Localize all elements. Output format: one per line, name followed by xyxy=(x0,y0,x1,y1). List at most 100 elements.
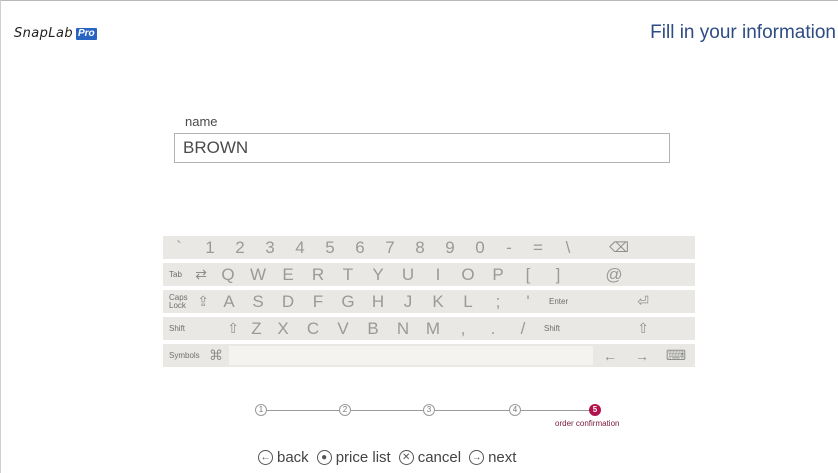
hide-keyboard-key[interactable]: ⌨ xyxy=(657,344,695,367)
shift-icon: ⇧ xyxy=(637,320,649,336)
key-z[interactable]: Z xyxy=(245,317,268,340)
key-c[interactable]: C xyxy=(298,317,328,340)
step-5: 5 xyxy=(589,404,601,416)
key-comma[interactable]: , xyxy=(448,317,478,340)
back-button[interactable]: ← back xyxy=(258,449,309,466)
next-button[interactable]: → next xyxy=(469,449,516,466)
key-b[interactable]: B xyxy=(358,317,388,340)
key-minus[interactable]: - xyxy=(495,236,523,259)
caps-lock-icon: ⇪ xyxy=(197,293,209,309)
left-shift-key[interactable]: Shift ⇧ xyxy=(163,317,245,340)
lock-label: Lock xyxy=(169,300,186,310)
next-arrow-icon: → xyxy=(469,450,485,465)
tab-icon: ⇄ xyxy=(195,266,207,282)
symbols-label: Symbols xyxy=(169,350,200,360)
caps-lock-key[interactable]: Caps Lock ⇪ xyxy=(163,290,215,313)
key-period[interactable]: . xyxy=(478,317,508,340)
key-e[interactable]: E xyxy=(273,263,303,286)
key-quote[interactable]: ' xyxy=(513,290,543,313)
enter-key-label: Enter xyxy=(549,296,569,306)
price-list-icon: ● xyxy=(316,450,332,465)
key-6[interactable]: 6 xyxy=(345,236,375,259)
name-input[interactable] xyxy=(174,133,670,163)
caps-lock-label: Caps Lock xyxy=(169,293,188,310)
right-arrow-key[interactable]: → xyxy=(627,344,657,367)
key-m[interactable]: M xyxy=(418,317,448,340)
key-9[interactable]: 9 xyxy=(435,236,465,259)
key-0[interactable]: 0 xyxy=(465,236,495,259)
name-label: name xyxy=(185,114,218,129)
key-8[interactable]: 8 xyxy=(405,236,435,259)
arrow-left-icon: ← xyxy=(603,347,617,364)
space-bar[interactable] xyxy=(229,346,593,365)
back-arrow-icon: ← xyxy=(258,450,273,465)
arrow-right-icon: → xyxy=(635,347,649,364)
key-d[interactable]: D xyxy=(273,290,303,313)
key-5[interactable]: 5 xyxy=(315,236,345,259)
app-logo: SnapLab Pro xyxy=(14,26,97,41)
key-n[interactable]: N xyxy=(388,317,418,340)
key-k[interactable]: K xyxy=(423,290,453,313)
right-shift-key[interactable]: Shift ⇧ xyxy=(538,317,655,340)
price-list-button[interactable]: ● price list xyxy=(316,449,391,466)
keyboard-row-home: Caps Lock ⇪ A S D F G H J K L ; ' Enter … xyxy=(163,290,695,313)
key-3[interactable]: 3 xyxy=(255,236,285,259)
keyboard-row-bottom: Shift ⇧ Z X C V B N M , . / Shift ⇧ xyxy=(163,317,695,340)
key-q[interactable]: Q xyxy=(213,263,243,286)
key-w[interactable]: W xyxy=(243,263,273,286)
key-f[interactable]: F xyxy=(303,290,333,313)
key-at[interactable]: @ xyxy=(573,263,655,286)
enter-key[interactable]: Enter ⏎ xyxy=(543,290,655,313)
key-slash[interactable]: / xyxy=(508,317,538,340)
logo-badge: Pro xyxy=(75,27,97,40)
key-2[interactable]: 2 xyxy=(225,236,255,259)
key-backslash[interactable]: \ xyxy=(553,236,583,259)
key-1[interactable]: 1 xyxy=(195,236,225,259)
key-g[interactable]: G xyxy=(333,290,363,313)
next-label: next xyxy=(488,449,517,466)
key-backtick[interactable]: ` xyxy=(163,236,195,259)
key-semicolon[interactable]: ; xyxy=(483,290,513,313)
step-1: 1 xyxy=(255,404,267,416)
key-x[interactable]: X xyxy=(268,317,298,340)
step-connector xyxy=(259,410,339,411)
symbols-key[interactable]: Symbols ⌘ xyxy=(163,344,229,367)
key-open-bracket[interactable]: [ xyxy=(513,263,543,286)
left-arrow-key[interactable]: ← xyxy=(593,344,627,367)
key-equals[interactable]: = xyxy=(523,236,553,259)
key-o[interactable]: O xyxy=(453,263,483,286)
tab-key[interactable]: Tab ⇄ xyxy=(163,263,213,286)
step-3: 3 xyxy=(423,404,435,416)
command-icon: ⌘ xyxy=(209,347,223,363)
step-connector xyxy=(521,410,592,411)
key-4[interactable]: 4 xyxy=(285,236,315,259)
key-j[interactable]: J xyxy=(393,290,423,313)
key-t[interactable]: T xyxy=(333,263,363,286)
key-v[interactable]: V xyxy=(328,317,358,340)
step-2: 2 xyxy=(339,404,351,416)
logo-text: SnapLab xyxy=(14,26,73,41)
key-l[interactable]: L xyxy=(453,290,483,313)
active-step-label: order confirmation xyxy=(555,419,620,428)
shift-icon: ⇧ xyxy=(227,320,239,336)
key-y[interactable]: Y xyxy=(363,263,393,286)
key-a[interactable]: A xyxy=(215,290,243,313)
cancel-icon: ✕ xyxy=(398,450,414,465)
key-7[interactable]: 7 xyxy=(375,236,405,259)
backspace-key[interactable]: ⌫ xyxy=(583,236,655,259)
enter-icon: ⏎ xyxy=(637,293,649,309)
key-close-bracket[interactable]: ] xyxy=(543,263,573,286)
price-list-label: price list xyxy=(335,449,391,466)
key-h[interactable]: H xyxy=(363,290,393,313)
right-shift-label: Shift xyxy=(544,323,561,333)
key-r[interactable]: R xyxy=(303,263,333,286)
key-p[interactable]: P xyxy=(483,263,513,286)
back-label: back xyxy=(277,449,309,466)
cancel-button[interactable]: ✕ cancel xyxy=(398,449,462,466)
key-i[interactable]: I xyxy=(423,263,453,286)
key-u[interactable]: U xyxy=(393,263,423,286)
keyboard-row-qwerty: Tab ⇄ Q W E R T Y U I O P [ ] @ xyxy=(163,263,695,286)
key-s[interactable]: S xyxy=(243,290,273,313)
navigation-bar: ← back ● price list ✕ cancel → next xyxy=(258,449,516,466)
cancel-label: cancel xyxy=(417,449,462,466)
